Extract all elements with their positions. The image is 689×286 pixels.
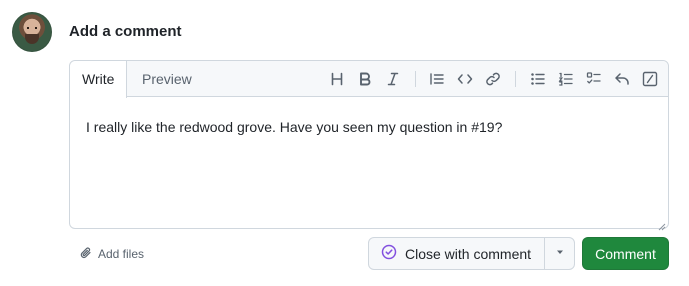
user-avatar[interactable] (12, 12, 52, 52)
bold-icon[interactable] (355, 69, 375, 89)
avatar-eyes (27, 27, 37, 29)
editor-toolbar: Write Preview (70, 61, 668, 98)
avatar-beard (25, 34, 39, 44)
quote-icon[interactable] (427, 69, 447, 89)
comment-textarea[interactable]: I really like the redwood grove. Have yo… (86, 117, 652, 137)
task-list-icon[interactable] (584, 69, 604, 89)
reply-icon[interactable] (612, 69, 632, 89)
tab-preview[interactable]: Preview (130, 61, 204, 97)
toolbar-divider (415, 71, 416, 87)
add-files-label: Add files (98, 247, 145, 261)
check-circle-icon (381, 244, 397, 263)
ordered-list-icon[interactable] (556, 69, 576, 89)
add-files-button[interactable]: Add files (79, 245, 144, 263)
resize-handle[interactable] (658, 218, 666, 231)
triangle-down-icon (554, 245, 566, 263)
code-icon[interactable] (455, 69, 475, 89)
toolbar-divider (515, 71, 516, 87)
tab-write[interactable]: Write (70, 61, 128, 98)
slash-command-icon[interactable] (640, 69, 660, 89)
comment-heading: Add a comment (69, 23, 182, 40)
italic-icon[interactable] (383, 69, 403, 89)
paperclip-icon (79, 246, 93, 263)
close-options-dropdown[interactable] (544, 238, 574, 269)
close-with-comment-button[interactable]: Close with comment (369, 238, 544, 269)
comment-button[interactable]: Comment (582, 237, 669, 270)
unordered-list-icon[interactable] (528, 69, 548, 89)
close-with-comment-group: Close with comment (368, 237, 575, 270)
close-with-comment-label: Close with comment (405, 245, 532, 262)
heading-icon[interactable] (327, 69, 347, 89)
link-icon[interactable] (483, 69, 503, 89)
comment-editor: Write Preview I really like the redwood … (69, 60, 669, 231)
